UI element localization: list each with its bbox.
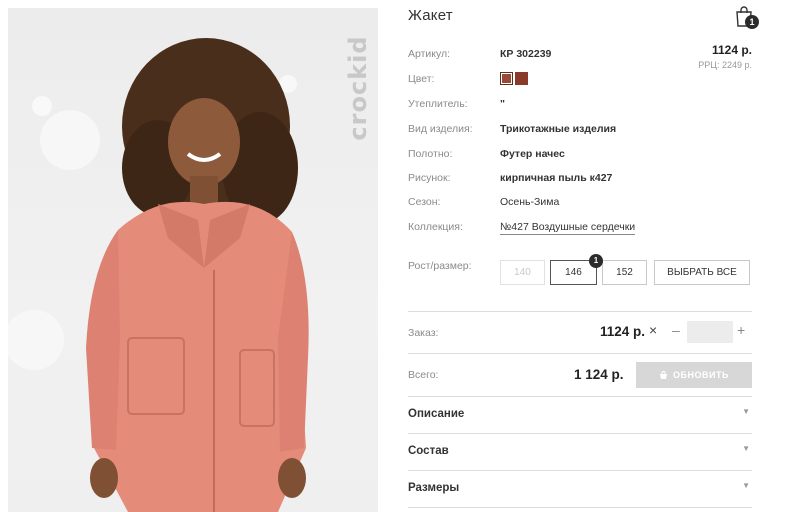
accordion-sizes-label: Размеры	[408, 482, 460, 494]
recommended-retail-price: РРЦ: 2249 р.	[698, 60, 752, 70]
product-type-value: Трикотажные изделия	[500, 123, 617, 135]
cart-button[interactable]: 1	[734, 5, 759, 29]
divider	[408, 311, 752, 312]
collection-link[interactable]: №427 Воздушные сердечки	[500, 221, 636, 235]
remove-item-icon[interactable]: ×	[649, 322, 657, 338]
select-all-sizes-button[interactable]: ВЫБРАТЬ ВСЕ	[654, 260, 750, 285]
size-option-152[interactable]: 152	[602, 260, 647, 285]
chevron-down-icon: ▼	[742, 481, 750, 490]
insulation-value: "	[500, 98, 505, 110]
accordion-composition-label: Состав	[408, 445, 449, 457]
product-type-label: Вид изделия:	[408, 123, 473, 135]
collection-label: Коллекция:	[408, 221, 463, 233]
divider	[408, 396, 752, 397]
size-label: Рост/размер:	[408, 260, 472, 272]
chevron-down-icon: ▼	[742, 444, 750, 453]
product-photo[interactable]: crockid	[8, 8, 378, 512]
order-price: 1124 р.	[600, 324, 646, 339]
fabric-label: Полотно:	[408, 148, 453, 160]
order-label: Заказ:	[408, 327, 439, 339]
accordion-description[interactable]: Описание ▼	[408, 405, 752, 425]
color-label: Цвет:	[408, 73, 435, 85]
product-photo-illustration	[8, 38, 309, 512]
brand-logo-text: crockid	[344, 35, 372, 141]
quantity-input[interactable]	[687, 321, 733, 343]
cart-count-badge: 1	[745, 15, 759, 29]
total-label: Всего:	[408, 369, 439, 381]
chevron-down-icon: ▼	[742, 407, 750, 416]
brand-logo: crockid	[338, 26, 378, 166]
update-button[interactable]: ОБНОВИТЬ	[636, 362, 752, 388]
divider	[408, 470, 752, 471]
color-swatch-2[interactable]	[515, 72, 528, 85]
divider	[408, 507, 752, 508]
size-quantity-badge: 1	[589, 254, 603, 268]
total-value: 1 124 р.	[574, 367, 624, 382]
update-button-label: ОБНОВИТЬ	[673, 370, 729, 380]
insulation-label: Утеплитель:	[408, 98, 468, 110]
divider	[408, 353, 752, 354]
decrease-quantity-button[interactable]: –	[672, 322, 680, 338]
article-label: Артикул:	[408, 48, 451, 60]
accordion-sizes[interactable]: Размеры ▼	[408, 479, 752, 499]
pattern-label: Рисунок:	[408, 172, 451, 184]
season-value: Осень-Зима	[500, 196, 560, 208]
fabric-value: Футер начес	[500, 148, 565, 160]
product-title: Жакет	[408, 7, 453, 24]
divider	[408, 433, 752, 434]
product-price: 1124 р.	[711, 43, 752, 57]
season-label: Сезон:	[408, 196, 441, 208]
accordion-description-label: Описание	[408, 408, 465, 420]
accordion-composition[interactable]: Состав ▼	[408, 442, 752, 462]
color-swatch-2-fill	[515, 72, 528, 85]
pattern-value: кирпичная пыль к427	[500, 172, 613, 184]
color-swatch-1[interactable]	[500, 72, 513, 85]
increase-quantity-button[interactable]: +	[737, 322, 745, 338]
color-swatch-1-fill	[502, 74, 511, 83]
size-option-140[interactable]: 140	[500, 260, 545, 285]
basket-icon	[660, 370, 668, 379]
article-value: КР 302239	[500, 48, 552, 60]
